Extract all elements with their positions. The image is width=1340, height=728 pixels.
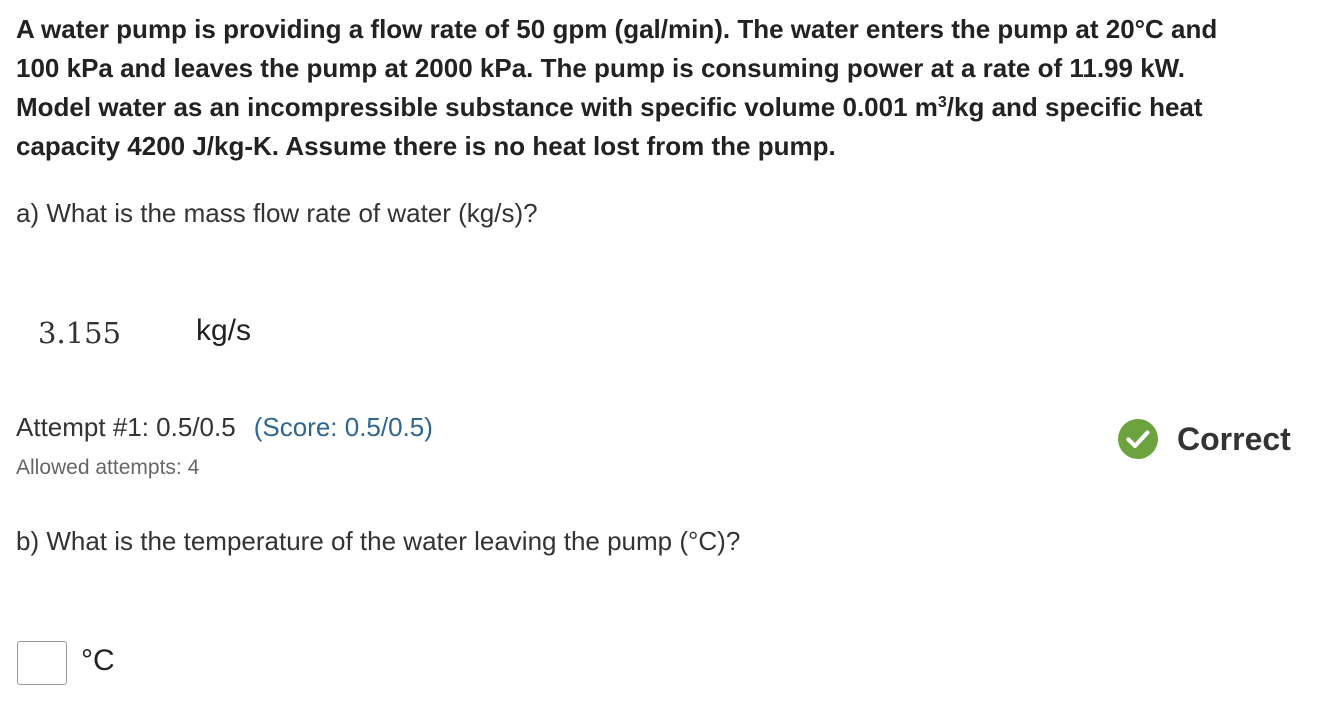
problem-line-2: 100 kPa and leaves the pump at 2000 kPa.… — [16, 53, 1185, 83]
answer-b-unit: °C — [81, 644, 115, 677]
question-b: b) What is the temperature of the water … — [16, 526, 741, 556]
attempt-text: Attempt #1: 0.5/0.5 — [16, 412, 236, 442]
superscript-3: 3 — [937, 94, 947, 111]
answer-a-unit: kg/s — [196, 314, 252, 347]
problem-line-3-tail: /kg and specific heat — [946, 92, 1203, 122]
question-a: a) What is the mass flow rate of water (… — [16, 198, 538, 228]
check-circle-icon — [1118, 419, 1158, 459]
correct-status: Correct — [1118, 418, 1291, 460]
attempt-summary: Attempt #1: 0.5/0.5 (Score: 0.5/0.5) — [16, 410, 433, 444]
answer-a-value: 3.155 — [38, 316, 122, 350]
problem-statement: A water pump is providing a flow rate of… — [16, 10, 1332, 166]
answer-b-input[interactable] — [17, 641, 67, 685]
correct-label: Correct — [1177, 421, 1291, 457]
problem-line-1: A water pump is providing a flow rate of… — [16, 14, 1218, 44]
problem-line-3: Model water as an incompressible substan… — [16, 88, 1332, 127]
problem-line-4: capacity 4200 J/kg-K. Assume there is no… — [16, 131, 836, 161]
score-text: (Score: 0.5/0.5) — [253, 412, 433, 442]
allowed-attempts: Allowed attempts: 4 — [16, 456, 200, 479]
problem-line-3-text: Model water as an incompressible substan… — [16, 92, 938, 122]
